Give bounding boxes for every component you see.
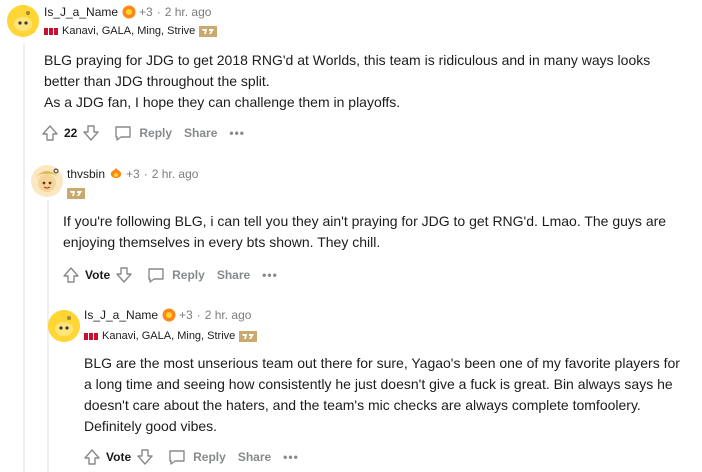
more-options-button[interactable]: ••• xyxy=(229,126,245,140)
award-icon xyxy=(122,5,136,19)
thread-line[interactable] xyxy=(23,44,25,472)
upvote-icon[interactable] xyxy=(82,447,102,467)
downvote-icon[interactable] xyxy=(114,265,134,285)
comment-meta: Is_J_a_Name +3 · 2 hr. ago xyxy=(84,308,251,322)
jdg-logo-icon xyxy=(44,27,58,36)
reply-label: Reply xyxy=(193,450,226,464)
downvote-icon[interactable] xyxy=(135,447,155,467)
avatar[interactable] xyxy=(31,165,63,197)
user-flair: Kanavi, GALA, Ming, Strive xyxy=(44,25,218,37)
reply-label: Reply xyxy=(172,268,205,282)
comment-bubble-icon xyxy=(148,268,164,283)
share-label: Share xyxy=(184,126,218,140)
share-label: Share xyxy=(216,268,251,282)
karma-badge: +3 xyxy=(126,167,140,181)
comment-paragraph: As a JDG fan, I hope they can challenge … xyxy=(44,94,401,110)
comment-bubble-icon xyxy=(169,450,185,465)
upvote-icon[interactable] xyxy=(40,123,60,143)
reply-button[interactable]: Reply xyxy=(113,123,172,143)
separator-dot: · xyxy=(143,167,148,181)
avatar[interactable] xyxy=(48,310,80,342)
award-icon xyxy=(109,167,123,181)
rng-logo-icon xyxy=(199,25,218,37)
share-button[interactable]: Share xyxy=(184,126,217,140)
comment-meta: Is_J_a_Name +3 · 2 hr. ago xyxy=(44,5,211,19)
share-button[interactable]: Share xyxy=(217,268,250,282)
user-flair xyxy=(63,188,85,199)
flair-text: Kanavi, GALA, Ming, Strive xyxy=(62,25,196,37)
comment-body: BLG are the most unserious team out ther… xyxy=(84,353,684,437)
separator-dot: · xyxy=(156,5,161,19)
comment-body: If you're following BLG, i can tell you … xyxy=(63,211,683,253)
comment-actions: 22 Reply Share ••• xyxy=(40,123,245,143)
comment-actions: Vote Reply Share ••• xyxy=(82,447,299,467)
more-options-button[interactable]: ••• xyxy=(262,268,278,282)
comment-paragraph: If you're following BLG, i can tell you … xyxy=(63,213,667,250)
snoo-avatar-icon xyxy=(48,310,80,342)
upvote-icon[interactable] xyxy=(61,265,81,285)
reply-button[interactable]: Reply xyxy=(146,265,205,285)
share-button[interactable]: Share xyxy=(238,450,271,464)
thread-line[interactable] xyxy=(47,200,49,472)
timestamp[interactable]: 2 hr. ago xyxy=(205,308,252,322)
username[interactable]: Is_J_a_Name xyxy=(44,5,118,19)
comment-paragraph: BLG are the most unserious team out ther… xyxy=(84,355,680,434)
karma-badge: +3 xyxy=(139,5,153,19)
share-label: Share xyxy=(237,450,272,464)
snoo-avatar-icon xyxy=(7,5,39,37)
rng-logo-icon xyxy=(67,188,85,199)
comment-meta: thvsbin +3 · 2 hr. ago xyxy=(67,167,198,181)
karma-badge: +3 xyxy=(179,308,193,322)
downvote-icon[interactable] xyxy=(81,123,101,143)
more-options-button[interactable]: ••• xyxy=(283,450,299,464)
avatar[interactable] xyxy=(7,5,39,37)
separator-dot: · xyxy=(196,308,201,322)
vote-label: Vote xyxy=(106,450,132,464)
username[interactable]: Is_J_a_Name xyxy=(84,308,158,322)
username[interactable]: thvsbin xyxy=(67,167,105,181)
timestamp[interactable]: 2 hr. ago xyxy=(165,5,212,19)
rng-logo-icon xyxy=(239,330,258,342)
character-avatar-icon xyxy=(31,165,63,197)
user-flair: Kanavi, GALA, Ming, Strive xyxy=(84,330,258,342)
comment-bubble-icon xyxy=(115,126,132,141)
comment-paragraph: BLG praying for JDG to get 2018 RNG'd at… xyxy=(44,52,651,89)
reply-button[interactable]: Reply xyxy=(167,447,226,467)
jdg-logo-icon xyxy=(84,332,98,341)
vote-count: 22 xyxy=(64,126,78,140)
vote-label: Vote xyxy=(85,268,111,282)
timestamp[interactable]: 2 hr. ago xyxy=(152,167,199,181)
comment-actions: Vote Reply Share ••• xyxy=(61,265,278,285)
comment-body: BLG praying for JDG to get 2018 RNG'd at… xyxy=(44,50,689,113)
award-icon xyxy=(162,308,176,322)
flair-text: Kanavi, GALA, Ming, Strive xyxy=(102,330,236,342)
reply-label: Reply xyxy=(139,126,173,140)
